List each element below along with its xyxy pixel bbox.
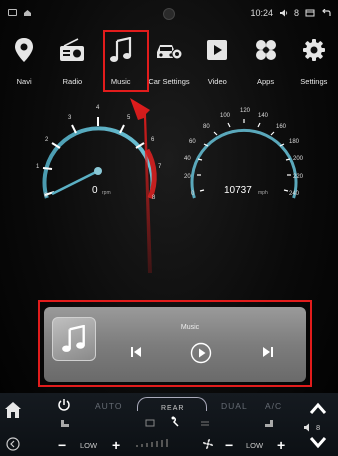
next-track-button[interactable]: [260, 344, 276, 360]
gear-icon: [299, 35, 329, 65]
status-time: 10:24: [250, 8, 273, 18]
status-left-icons: [8, 9, 32, 17]
annotation-arrow: [130, 98, 152, 273]
tach-value: 0: [92, 185, 98, 196]
speed-tick-120: 120: [240, 108, 251, 114]
status-bar: 10:24 8: [0, 0, 338, 30]
chevron-down-icon[interactable]: [309, 436, 327, 450]
radio-icon: [57, 35, 87, 65]
fan-icon: [203, 439, 213, 449]
speed-tick-180: 180: [289, 139, 300, 145]
status-right: 10:24 8: [250, 8, 332, 18]
app-settings[interactable]: Settings: [290, 33, 338, 91]
speed-unit: mph: [258, 190, 268, 196]
skip-next-icon: [263, 347, 273, 357]
dual-button[interactable]: DUAL: [221, 401, 248, 411]
app-label-settings: Settings: [300, 77, 328, 86]
app-radio[interactable]: Radio: [48, 33, 96, 91]
seat-heat-right-icon[interactable]: [263, 418, 275, 428]
tach-tick-1: 1: [36, 164, 40, 170]
tach-tick-2: 2: [45, 137, 49, 143]
power-icon[interactable]: [57, 398, 71, 412]
volume-icon: [304, 423, 309, 432]
previous-track-button[interactable]: [128, 344, 144, 360]
tach-unit: rpm: [102, 190, 111, 196]
chevron-up-icon[interactable]: [309, 401, 327, 415]
speed-tick-40: 40: [184, 156, 191, 162]
speed-tick-20: 20: [184, 174, 191, 180]
speed-tick-140: 140: [258, 113, 269, 119]
app-apps[interactable]: Apps: [241, 33, 289, 91]
music-highlight-box: [103, 30, 149, 92]
home-icon[interactable]: [3, 400, 23, 420]
speed-tick-240: 240: [289, 191, 300, 197]
speed-tick-200: 200: [293, 156, 304, 162]
fan-increase-left-button[interactable]: +: [112, 438, 120, 452]
app-launcher-bar: Navi Radio Music Car Settings Video Apps…: [0, 33, 338, 91]
app-label-apps: Apps: [256, 77, 275, 86]
tach-tick-3: 3: [68, 115, 72, 121]
skip-previous-icon: [131, 347, 141, 357]
back-icon[interactable]: [321, 8, 332, 18]
player-title: Music: [180, 324, 200, 331]
head-unit-screen: 10:24 8 Navi Radio Music Car Settings Vi…: [0, 0, 338, 456]
speed-tick-100: 100: [220, 113, 231, 119]
status-volume: 8: [293, 8, 299, 18]
tach-tick-4: 4: [96, 105, 100, 111]
speed-tick-160: 160: [276, 124, 287, 130]
tach-tick-0: 0: [44, 193, 48, 199]
apps-grid-icon: [251, 35, 281, 65]
speed-tick-0: 0: [191, 191, 195, 197]
climate-control-bar: AUTO REAR DUAL A/C 8 − LOW + − LOW +: [0, 393, 338, 456]
tachometer-hub: [94, 167, 102, 175]
fan-level-bars: [136, 439, 168, 447]
app-car-settings[interactable]: Car Settings: [145, 33, 193, 91]
location-pin-icon: [9, 35, 39, 65]
multiwindow-icon[interactable]: [305, 9, 315, 17]
fan-decrease-left-button[interactable]: −: [58, 438, 66, 452]
speaker-icon: [279, 9, 288, 17]
speed-tick-60: 60: [189, 139, 196, 145]
play-icon: [190, 342, 212, 364]
fan-speed-right: LOW: [246, 441, 264, 450]
camera-lens: [163, 8, 175, 20]
seat-heat-left-icon[interactable]: [59, 418, 71, 428]
ac-button[interactable]: A/C: [265, 401, 282, 411]
app-label-video: Video: [207, 77, 227, 86]
app-label-radio: Radio: [62, 77, 83, 86]
speed-tick-220: 220: [293, 174, 304, 180]
fan-decrease-right-button[interactable]: −: [225, 438, 233, 452]
front-defrost-icon[interactable]: [145, 418, 155, 428]
speed-value: 10737: [224, 185, 252, 196]
play-pause-button[interactable]: [190, 342, 212, 364]
app-navi[interactable]: Navi: [0, 33, 48, 91]
rear-defrost-button[interactable]: REAR: [161, 405, 184, 412]
video-play-icon: [202, 35, 232, 65]
app-label-navi: Navi: [16, 77, 32, 86]
car-settings-icon: [154, 35, 184, 65]
volume-level: 8: [316, 423, 321, 432]
music-player-widget[interactable]: Music: [44, 307, 306, 382]
fan-speed-left: LOW: [80, 441, 98, 450]
airflow-icon[interactable]: [169, 416, 181, 428]
home-indicator-icon: [24, 10, 31, 16]
speed-tick-80: 80: [203, 124, 210, 130]
fan-increase-right-button[interactable]: +: [277, 438, 285, 452]
recirculation-icon[interactable]: [199, 418, 211, 428]
window-icon: [8, 9, 17, 16]
app-label-car-settings: Car Settings: [148, 77, 190, 86]
auto-button[interactable]: AUTO: [95, 401, 122, 411]
back-circle-icon[interactable]: [6, 437, 20, 451]
app-video[interactable]: Video: [193, 33, 241, 91]
